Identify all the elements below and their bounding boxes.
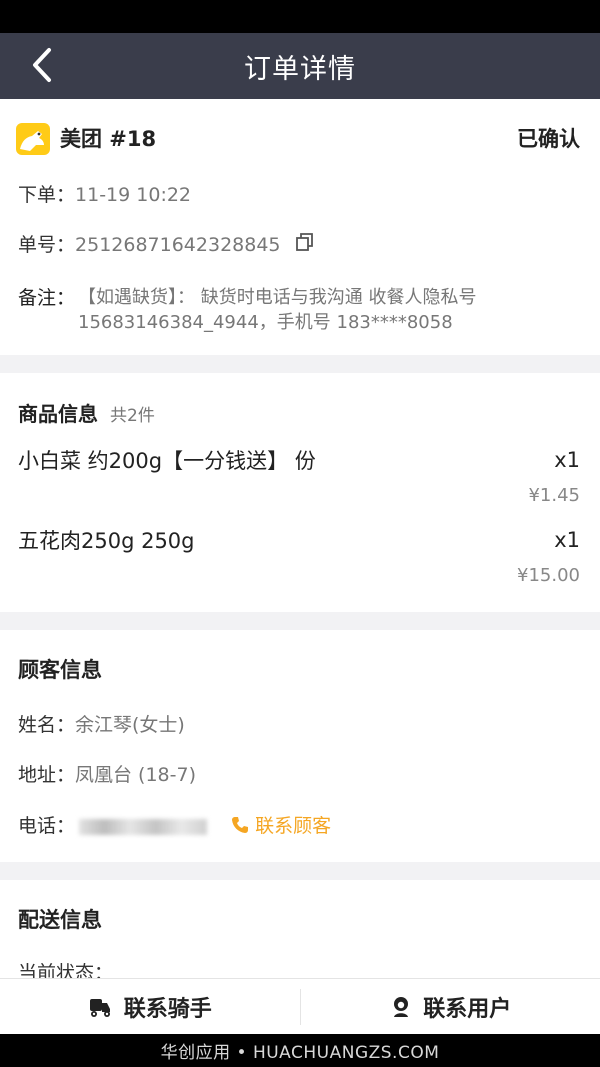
copy-icon[interactable] [295,232,315,259]
customer-card: 顾客信息 姓名：余江琴(女士) 地址：凤凰台 (18-7) 电话： 联系顾客 [0,630,600,862]
name-value: 余江琴(女士) [75,714,185,736]
user-headset-icon [394,997,409,1017]
nav-bar: 订单详情 [0,33,600,99]
order-note-value: 【如遇缺货】： 缺货时电话与我沟通 收餐人隐私号 15683146384_494… [78,285,476,335]
customer-address-row: 地址：凤凰台 (18-7) [18,762,196,788]
address-label: 地址： [18,764,76,786]
contact-user-label: 联系用户 [423,997,512,1022]
goods-item-name: 五花肉250g 250g [18,529,195,553]
back-button[interactable] [24,41,60,89]
goods-title: 商品信息 [18,402,98,426]
chevron-left-icon [33,48,51,82]
phone-label: 电话： [18,815,76,837]
delivery-title: 配送信息 [18,908,102,932]
placed-label: 下单： [18,184,76,206]
goods-header: 商品信息 共2件 [18,401,155,429]
order-number-row: 单号：25126871642328845 [18,232,315,259]
scooter-icon [89,999,110,1017]
phone-icon [232,817,249,833]
goods-item-price: ¥15.00 [517,565,580,586]
contact-user-button[interactable]: 联系用户 [301,979,600,1035]
goods-item-qty: x1 [554,528,580,552]
name-label: 姓名： [18,714,76,736]
bottom-action-bar: 联系骑手 联系用户 [0,978,600,1035]
note-line-1: 【如遇缺货】： 缺货时电话与我沟通 收餐人隐私号 [78,287,477,308]
placed-value: 11-19 10:22 [75,184,192,206]
contact-customer-button[interactable]: 联系顾客 [231,815,331,837]
watermark: 华创应用 • HUACHUANGZS.COM [0,1034,600,1067]
order-note-label: 备注： [18,287,76,309]
status-bar [0,0,600,33]
number-value: 25126871642328845 [75,234,281,256]
number-label: 单号： [18,234,76,256]
customer-phone-row: 电话： 联系顾客 [18,813,331,839]
order-platform-number: 美团 #18 [60,127,157,151]
address-value: 凤凰台 (18-7) [75,764,197,786]
note-line-2: 15683146384_4944，手机号 183****8058 [78,312,453,333]
phone-value-blurred [79,818,208,835]
page-title: 订单详情 [244,53,356,85]
customer-name-row: 姓名：余江琴(女士) [18,712,185,738]
customer-title: 顾客信息 [18,658,102,682]
delivery-state-label: 当前状态： [18,962,114,978]
contact-rider-label: 联系骑手 [123,997,212,1022]
order-status: 已确认 [517,127,580,151]
contact-customer-label: 联系顾客 [255,815,332,837]
goods-item-name: 小白菜 约200g【一分钱送】 份 [18,449,316,473]
goods-count: 共2件 [110,406,155,426]
goods-item-qty: x1 [554,448,580,472]
order-card: 美团 #18 已确认 下单：11-19 10:22 单号：25126871642… [0,99,600,355]
contact-rider-button[interactable]: 联系骑手 [0,979,300,1035]
delivery-card: 配送信息 当前状态： [0,880,600,978]
goods-card: 商品信息 共2件 小白菜 约200g【一分钱送】 份 x1 ¥1.45 五花肉2… [0,373,600,612]
meituan-logo-icon [16,123,50,155]
goods-item-price: ¥1.45 [528,485,580,506]
order-placed-row: 下单：11-19 10:22 [18,182,191,208]
